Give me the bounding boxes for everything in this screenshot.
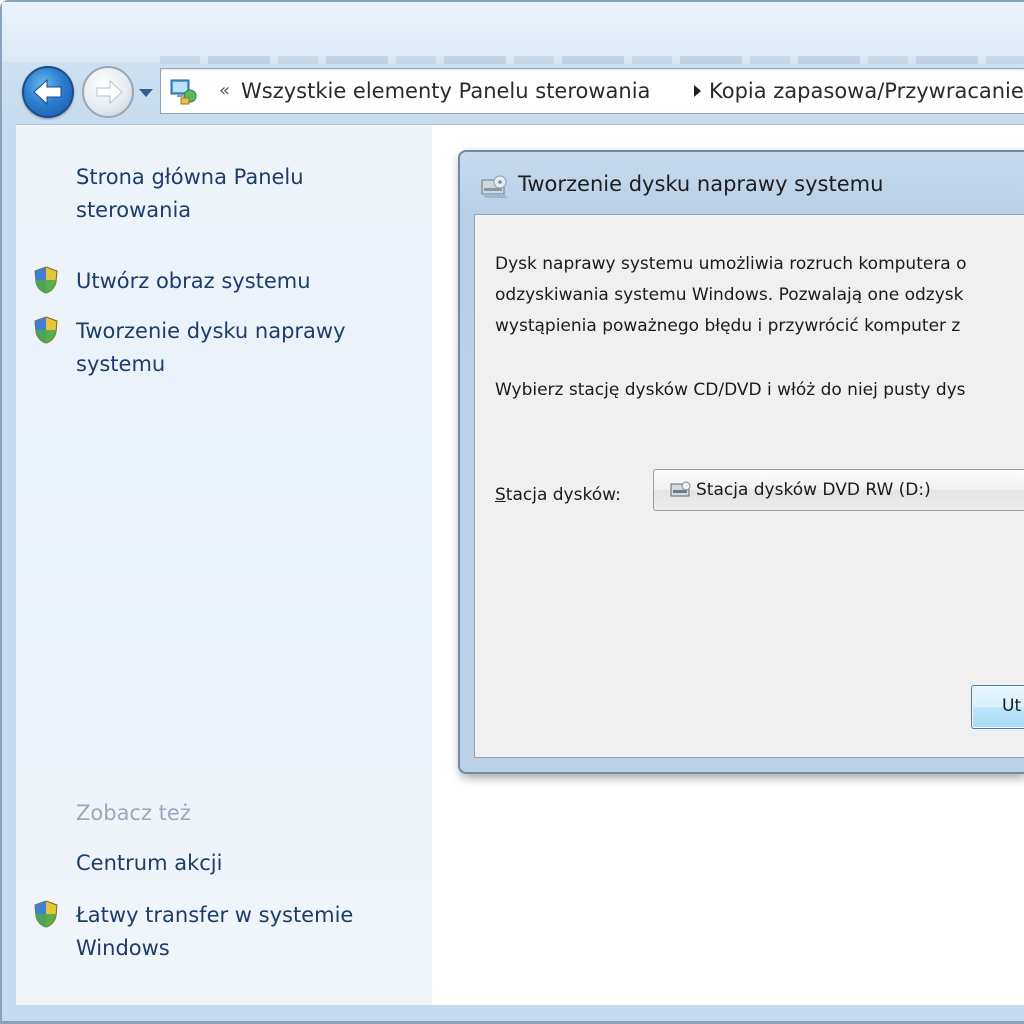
forward-arrow-icon	[96, 79, 123, 105]
dialog-instruction: Wybierz stację dysków CD/DVD i włóż do n…	[495, 380, 966, 400]
drive-label-accelerator: S	[495, 485, 506, 505]
back-arrow-icon	[33, 78, 62, 106]
toolbar-strip	[160, 56, 1024, 64]
dialog-title: Tworzenie dysku naprawy systemu	[518, 172, 884, 196]
back-button[interactable]	[22, 66, 74, 118]
sidebar-item-create-repair-disc[interactable]: Tworzenie dysku naprawy systemu	[76, 315, 416, 381]
breadcrumb-all-control-panel-items[interactable]: Wszystkie elementy Panelu sterowania	[241, 79, 650, 103]
window-title-area	[2, 2, 1024, 62]
shield-icon	[34, 266, 58, 294]
sidebar-item-action-center[interactable]: Centrum akcji	[76, 847, 416, 880]
breadcrumb-overflow-icon[interactable]: «	[219, 80, 230, 101]
breadcrumb-backup-restore[interactable]: Kopia zapasowa/Przywracanie	[709, 79, 1024, 103]
sidebar-item-easy-transfer[interactable]: Łatwy transfer w systemie Windows	[76, 899, 416, 965]
control-panel-icon	[170, 79, 197, 105]
drive-select[interactable]: Stacja dysków DVD RW (D:)	[653, 469, 1024, 511]
drive-select-value: Stacja dysków DVD RW (D:)	[696, 480, 931, 500]
dvd-drive-icon	[670, 481, 691, 497]
shield-icon	[34, 900, 58, 928]
breadcrumb-separator-icon[interactable]	[691, 83, 703, 99]
recent-pages-dropdown-icon[interactable]	[136, 84, 156, 100]
disc-drive-icon	[481, 175, 508, 198]
shield-icon	[34, 316, 58, 344]
sidebar-home-link[interactable]: Strona główna Panelu sterowania	[76, 161, 416, 227]
dialog-description-line: odzyskiwania systemu Windows. Pozwalają …	[495, 285, 964, 305]
drive-label-text: tacja dysków:	[505, 485, 621, 505]
dialog-description-line: wystąpienia poważnego błędu i przywrócić…	[495, 316, 961, 336]
dialog-description-line: Dysk naprawy systemu umożliwia rozruch k…	[495, 254, 967, 274]
dialog-body: Dysk naprawy systemu umożliwia rozruch k…	[474, 214, 1024, 758]
see-also-heading: Zobacz też	[76, 801, 191, 825]
drive-label: Stacja dysków:	[495, 485, 621, 505]
navigation-bar: « Wszystkie elementy Panelu sterowania K…	[14, 62, 1024, 122]
create-disc-button[interactable]: Ut	[971, 685, 1024, 729]
task-pane: Strona główna Panelu sterowania Utwórz o…	[16, 125, 432, 1005]
sidebar-item-create-system-image[interactable]: Utwórz obraz systemu	[76, 265, 416, 298]
create-disc-button-label: Ut	[1002, 696, 1022, 716]
repair-disc-dialog: Tworzenie dysku naprawy systemu Dysk nap…	[458, 150, 1024, 774]
address-bar[interactable]: « Wszystkie elementy Panelu sterowania K…	[160, 68, 1024, 114]
forward-button[interactable]	[82, 66, 134, 118]
